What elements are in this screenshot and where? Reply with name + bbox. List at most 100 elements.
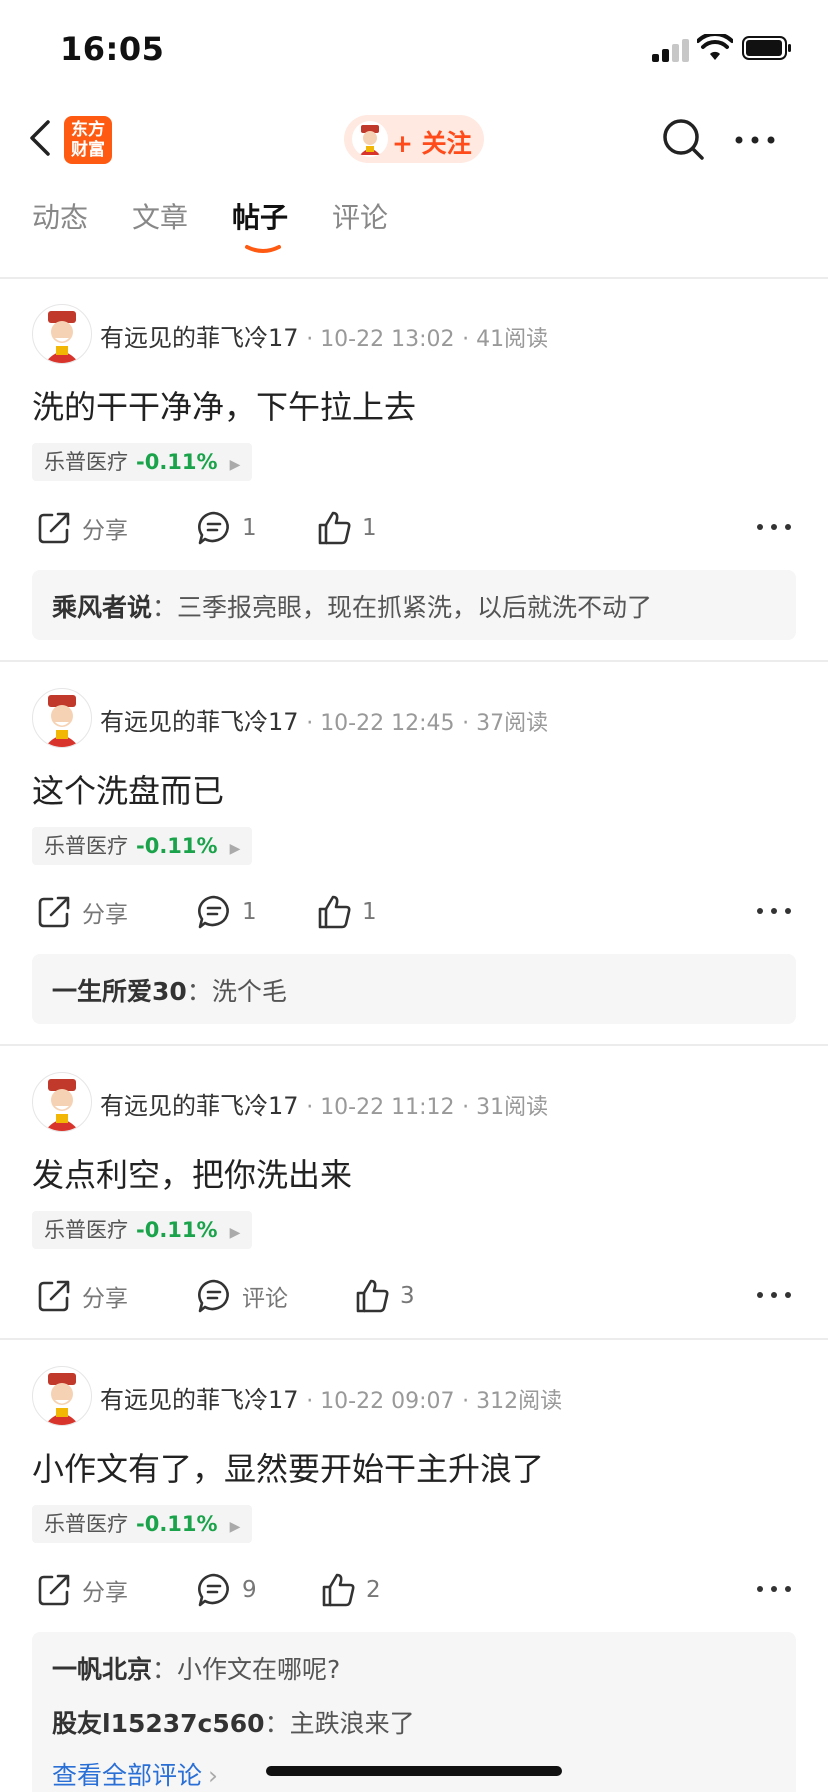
home-indicator[interactable] <box>266 1766 562 1776</box>
comment-button[interactable]: 1 <box>196 503 257 553</box>
logo-line-2: 财富 <box>71 140 105 160</box>
triangle-right-icon: ▶ <box>229 1519 241 1535</box>
share-button[interactable]: 分享 <box>36 1271 128 1321</box>
like-button[interactable]: 2 <box>320 1565 381 1615</box>
app-logo[interactable]: 东方 财富 <box>64 116 112 164</box>
avatar[interactable] <box>32 688 92 748</box>
comment-count: 1 <box>242 899 257 925</box>
more-options-icon[interactable] <box>756 521 792 533</box>
like-button[interactable]: 1 <box>316 887 377 937</box>
post-content[interactable]: 洗的干干净净，下午拉上去 <box>32 382 416 428</box>
post-content[interactable]: 这个洗盘而已 <box>32 766 224 812</box>
post-meta: 有远见的菲飞冷17 · 10-22 12:45 · 37阅读 <box>100 708 549 736</box>
post-card[interactable]: 有远见的菲飞冷17 · 10-22 11:12 · 31阅读 发点利空，把你洗出… <box>0 1066 828 1338</box>
action-bar: 分享 9 2 <box>0 1565 828 1615</box>
stock-tag[interactable]: 乐普医疗 -0.11% ▶ <box>32 443 253 481</box>
share-label: 分享 <box>82 518 128 544</box>
like-button[interactable]: 1 <box>316 503 377 553</box>
action-bar: 分享 评论 3 <box>0 1271 828 1321</box>
active-tab-indicator <box>245 245 281 253</box>
share-label: 分享 <box>82 1286 128 1312</box>
author-name[interactable]: 有远见的菲飞冷17 <box>100 1386 299 1414</box>
comment-icon <box>198 895 229 929</box>
author-name[interactable]: 有远见的菲飞冷17 <box>100 324 299 352</box>
post-card[interactable]: 有远见的菲飞冷17 · 10-22 09:07 · 312阅读 小作文有了，显然… <box>0 1360 828 1792</box>
more-options-icon[interactable] <box>756 1289 792 1301</box>
post-meta: 有远见的菲飞冷17 · 10-22 09:07 · 312阅读 <box>100 1386 563 1414</box>
share-icon <box>38 896 70 928</box>
status-bar: 16:05 <box>0 0 828 100</box>
comment-button[interactable]: 评论 <box>196 1271 288 1321</box>
stock-tag[interactable]: 乐普医疗 -0.11% ▶ <box>32 1505 253 1543</box>
comment-button[interactable]: 9 <box>196 1565 257 1615</box>
triangle-right-icon: ▶ <box>229 841 241 857</box>
post-card[interactable]: 有远见的菲飞冷17 · 10-22 12:45 · 37阅读 这个洗盘而已 乐普… <box>0 682 828 1044</box>
comment-label: 评论 <box>242 1286 288 1312</box>
avatar[interactable] <box>32 1072 92 1132</box>
comment-row[interactable]: 股友l15237c560：主跌浪来了 <box>52 1704 415 1740</box>
stock-change: -0.11% <box>136 834 218 858</box>
comment-row[interactable]: 乘风者说：三季报亮眼，现在抓紧洗，以后就洗不动了 <box>52 588 652 624</box>
action-bar: 分享 1 1 <box>0 503 828 553</box>
author-name[interactable]: 有远见的菲飞冷17 <box>100 708 299 736</box>
comment-icon <box>198 1279 229 1313</box>
more-options-icon[interactable] <box>734 130 776 150</box>
like-button[interactable]: 3 <box>354 1271 415 1321</box>
comment-row[interactable]: 一帆北京：小作文在哪呢? <box>52 1650 340 1686</box>
more-options-icon[interactable] <box>756 1583 792 1595</box>
post-content[interactable]: 发点利空，把你洗出来 <box>32 1150 352 1196</box>
wifi-icon <box>697 34 733 60</box>
comment-preview[interactable]: 一生所爱30：洗个毛 <box>32 954 796 1024</box>
post-card[interactable]: 有远见的菲飞冷17 · 10-22 13:02 · 41阅读 洗的干干净净，下午… <box>0 298 828 660</box>
comment-user[interactable]: 一生所爱30 <box>52 977 187 1006</box>
comment-user[interactable]: 一帆北京 <box>52 1655 152 1684</box>
tab-dynamics[interactable]: 动态 <box>32 196 88 236</box>
read-count: 312阅读 <box>476 1389 563 1414</box>
share-icon <box>38 1574 70 1606</box>
follow-button[interactable]: + 关注 <box>344 115 484 163</box>
comment-count: 9 <box>242 1577 257 1603</box>
share-button[interactable]: 分享 <box>36 1565 128 1615</box>
avatar[interactable] <box>32 304 92 364</box>
more-options-icon[interactable] <box>756 905 792 917</box>
tab-articles[interactable]: 文章 <box>132 196 188 236</box>
comment-user[interactable]: 股友l15237c560 <box>52 1709 265 1738</box>
comment-button[interactable]: 1 <box>196 887 257 937</box>
post-content[interactable]: 小作文有了，显然要开始干主升浪了 <box>32 1444 544 1490</box>
stock-tag[interactable]: 乐普医疗 -0.11% ▶ <box>32 827 253 865</box>
comment-icon <box>198 1573 229 1607</box>
like-count: 1 <box>362 899 377 925</box>
stock-tag[interactable]: 乐普医疗 -0.11% ▶ <box>32 1211 253 1249</box>
tab-posts[interactable]: 帖子 <box>232 196 288 236</box>
share-label: 分享 <box>82 1580 128 1606</box>
comment-text: 洗个毛 <box>211 977 287 1006</box>
divider <box>0 1338 828 1340</box>
share-button[interactable]: 分享 <box>36 503 128 553</box>
avatar[interactable] <box>32 1366 92 1426</box>
like-count: 3 <box>400 1283 415 1309</box>
triangle-right-icon: ▶ <box>229 1225 241 1241</box>
stock-name: 乐普医疗 <box>44 1218 128 1242</box>
divider <box>0 277 828 279</box>
triangle-right-icon: ▶ <box>229 457 241 473</box>
thumbs-up-icon <box>318 511 351 545</box>
fortune-god-avatar-icon <box>352 121 388 157</box>
post-time: 10-22 11:12 <box>320 1095 455 1120</box>
comment-user[interactable]: 乘风者说 <box>52 593 152 622</box>
comment-row[interactable]: 一生所爱30：洗个毛 <box>52 972 287 1008</box>
share-button[interactable]: 分享 <box>36 887 128 937</box>
view-all-label: 查看全部评论 <box>52 1761 203 1790</box>
author-name[interactable]: 有远见的菲飞冷17 <box>100 1092 299 1120</box>
comment-preview[interactable]: 乘风者说：三季报亮眼，现在抓紧洗，以后就洗不动了 <box>32 570 796 640</box>
search-icon[interactable] <box>660 116 708 164</box>
logo-line-1: 东方 <box>71 120 105 140</box>
stock-change: -0.11% <box>136 1218 218 1242</box>
fortune-god-avatar-icon <box>45 1079 79 1131</box>
view-all-comments-link[interactable]: 查看全部评论 › <box>52 1756 218 1792</box>
read-count: 37阅读 <box>476 711 549 736</box>
comment-count: 1 <box>242 515 257 541</box>
thumbs-up-icon <box>322 1573 355 1607</box>
back-arrow-icon[interactable] <box>22 116 62 160</box>
tab-comments[interactable]: 评论 <box>332 196 388 236</box>
post-time: 10-22 12:45 <box>320 711 455 736</box>
